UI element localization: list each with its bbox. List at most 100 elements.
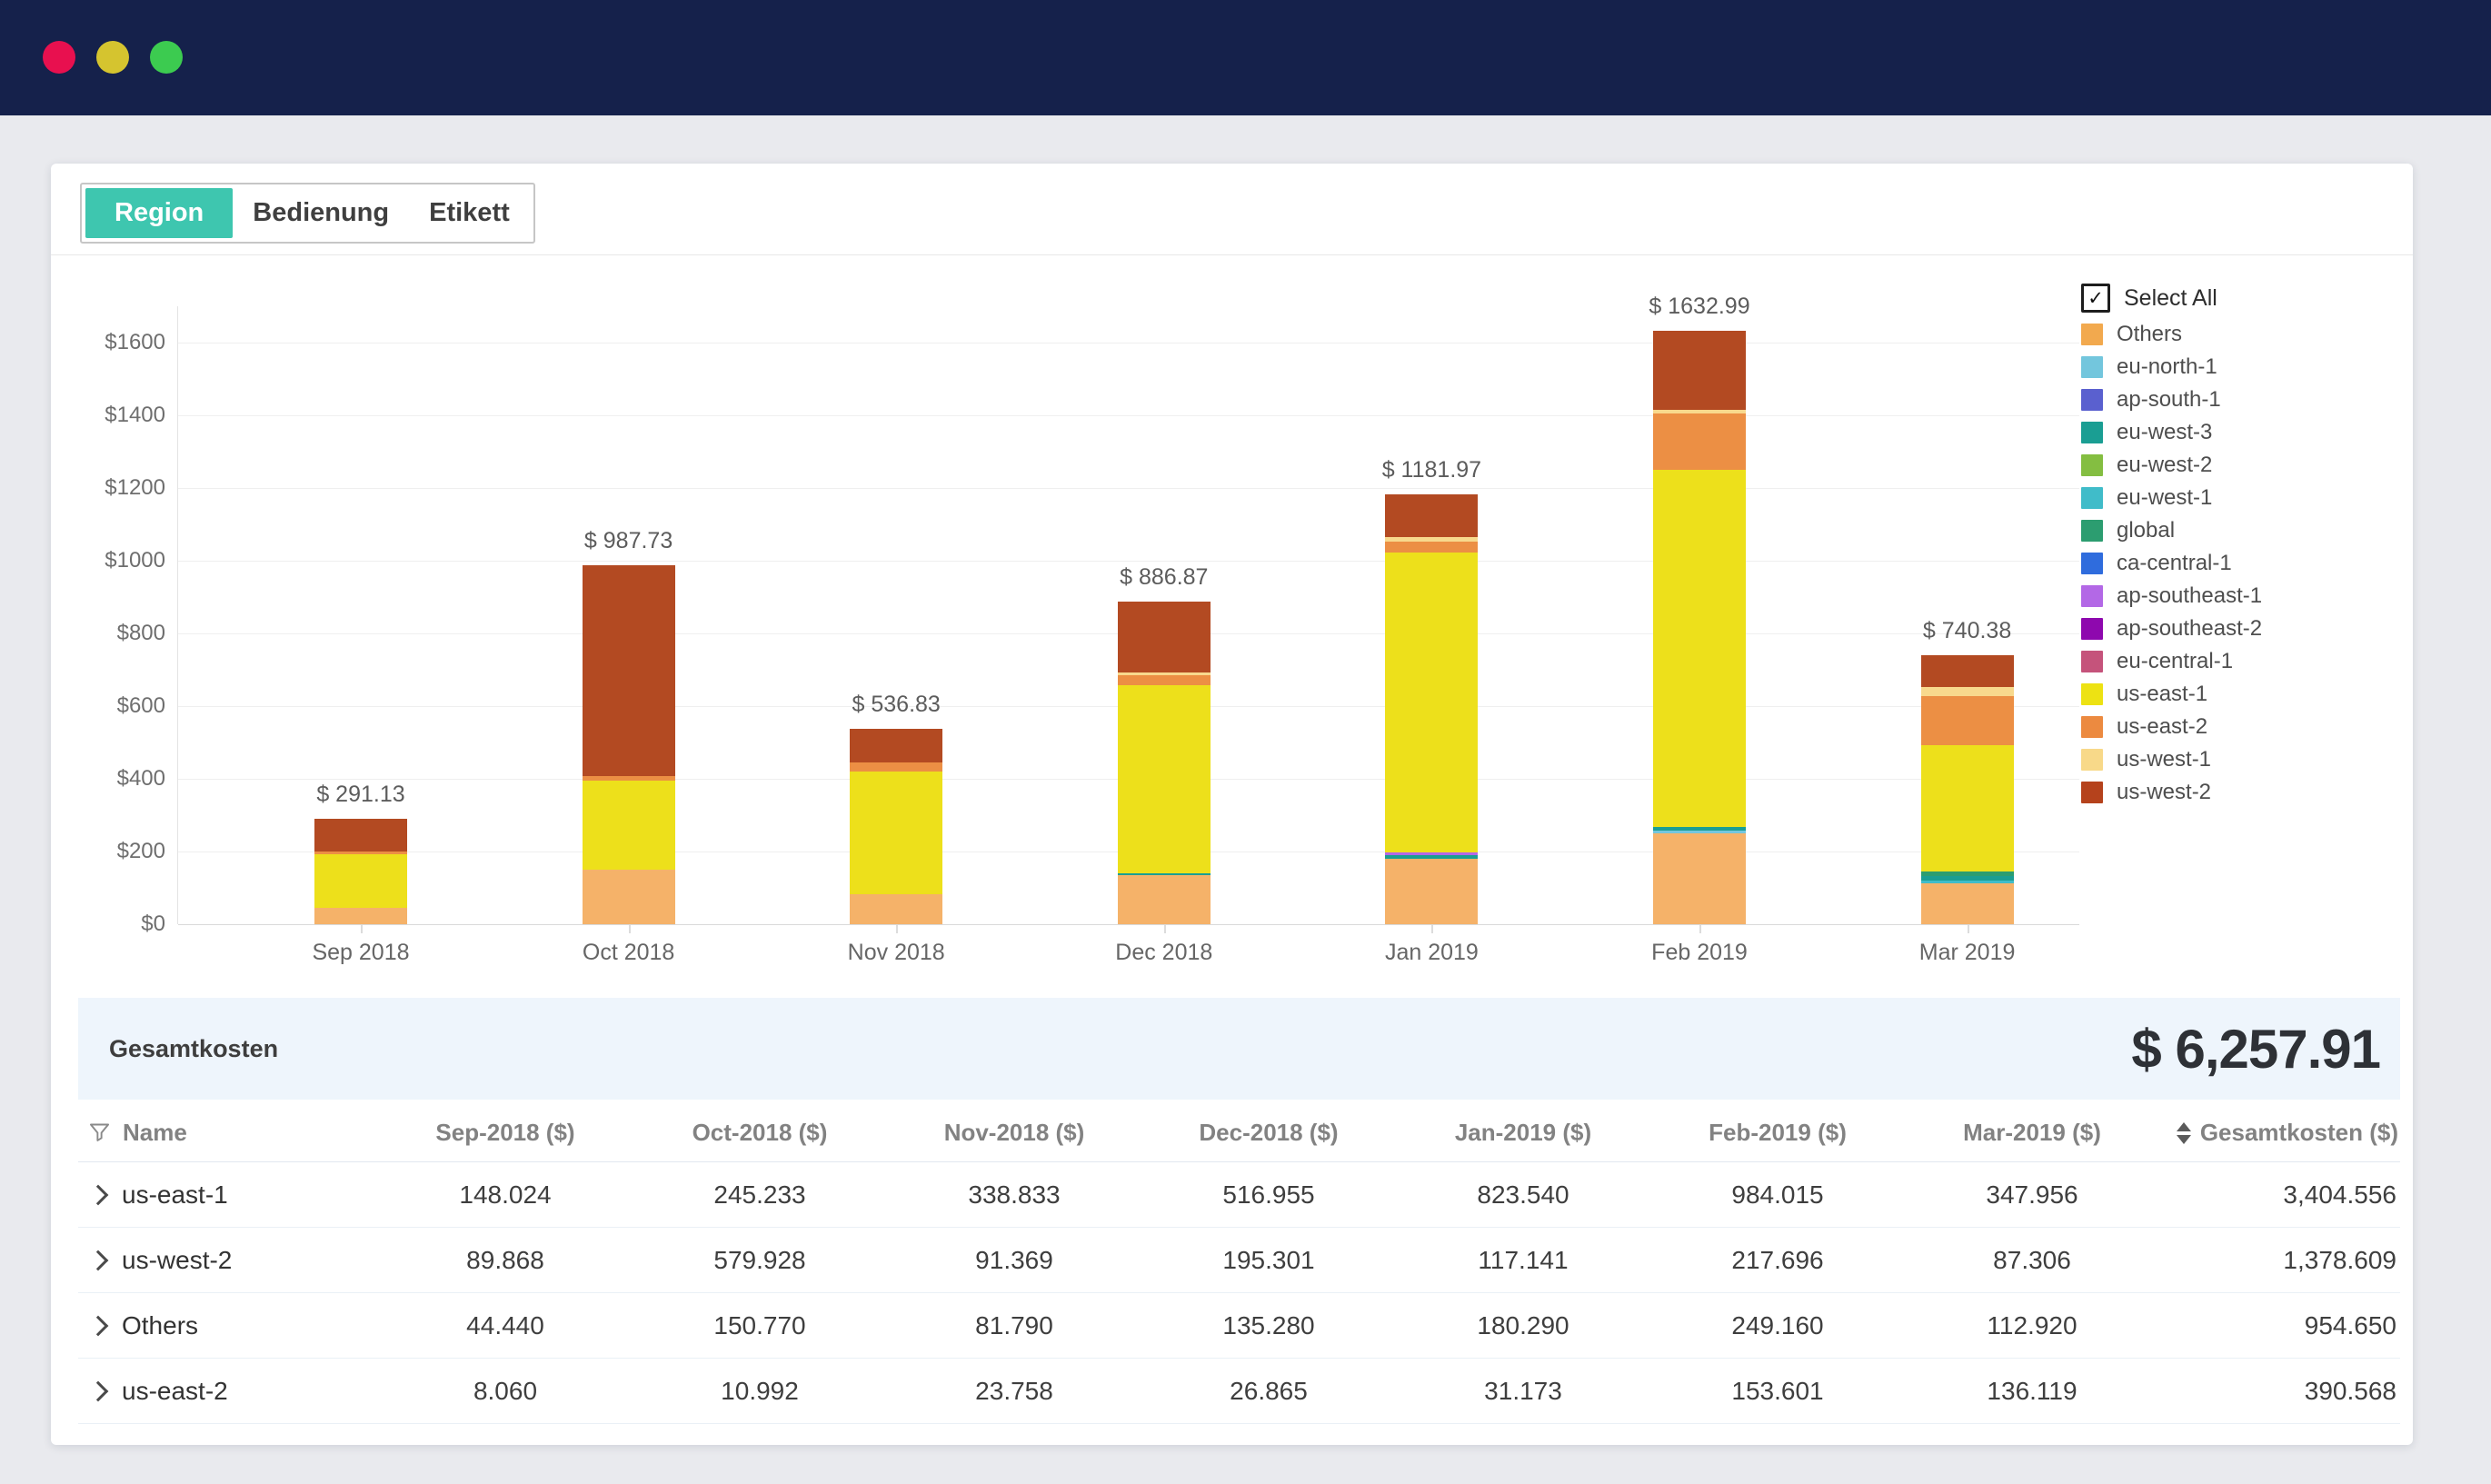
bar-segment-us-west-2[interactable] bbox=[582, 564, 675, 776]
bar-segment-Others[interactable] bbox=[1117, 874, 1211, 924]
bar-total-label: $ 291.13 bbox=[316, 781, 405, 807]
row-value-cell: 153.601 bbox=[1731, 1376, 1824, 1405]
column-header-label: Gesamtkosten ($) bbox=[2199, 1119, 2398, 1146]
window-zoom-button[interactable] bbox=[150, 41, 183, 74]
legend-item-us-west-1[interactable]: us-west-1 bbox=[2081, 743, 2426, 776]
window-minimize-button[interactable] bbox=[96, 41, 129, 74]
bar-segment-Others[interactable] bbox=[1385, 858, 1479, 924]
bar-sep-2018[interactable] bbox=[314, 818, 407, 924]
row-value-cell: 23.758 bbox=[975, 1376, 1053, 1405]
dashboard-card: Region Bedienung Etikett $0 $200 $400 $600 $… bbox=[51, 164, 2413, 1445]
legend-label: us-east-2 bbox=[2117, 714, 2208, 739]
legend-item-Others[interactable]: Others bbox=[2081, 318, 2426, 351]
bar-segment-us-east-1[interactable] bbox=[1117, 684, 1211, 873]
table-row-others[interactable]: Others 44.440 150.770 81.790 135.280 180.290 2… bbox=[78, 1293, 2400, 1359]
bar-segment-us-east-2[interactable] bbox=[850, 762, 943, 772]
legend-item-ap-southeast-1[interactable]: ap-southeast-1 bbox=[2081, 580, 2426, 613]
legend-item-eu-west-1[interactable]: eu-west-1 bbox=[2081, 482, 2426, 514]
column-header-sep-2018-: Sep-2018 ($) bbox=[435, 1119, 575, 1146]
bar-segment-us-east-1[interactable] bbox=[1385, 553, 1479, 852]
bar-nov-2018[interactable] bbox=[850, 729, 943, 924]
legend-select-all[interactable]: ✓ Select All bbox=[2081, 278, 2426, 318]
table-row-us-east-1[interactable]: us-east-1 148.024 245.233 338.833 516.955 823… bbox=[78, 1162, 2400, 1228]
bar-segment-us-east-1[interactable] bbox=[582, 780, 675, 870]
bar-segment-us-west-2[interactable] bbox=[1653, 330, 1746, 410]
legend-item-ap-south-1[interactable]: ap-south-1 bbox=[2081, 383, 2426, 416]
bar-segment-us-west-2[interactable] bbox=[1920, 654, 2014, 687]
row-value-cell: 135.280 bbox=[1222, 1310, 1315, 1340]
expand-row-icon[interactable] bbox=[87, 1315, 109, 1336]
legend-swatch-eu-west-3 bbox=[2081, 422, 2103, 443]
bar-segment-us-east-1[interactable] bbox=[314, 854, 407, 909]
bar-mar-2019[interactable] bbox=[1920, 654, 2014, 924]
column-header-name[interactable]: Name bbox=[78, 1119, 378, 1147]
total-cost-value: $ 6,257.91 bbox=[2131, 1018, 2381, 1080]
tab-etikett[interactable]: Etikett bbox=[409, 188, 530, 238]
column-header-gesamtkosten-[interactable]: Gesamtkosten ($) bbox=[2159, 1119, 2400, 1147]
bar-segment-Others[interactable] bbox=[314, 908, 407, 924]
bar-jan-2019[interactable] bbox=[1385, 494, 1479, 924]
sort-icon[interactable] bbox=[2176, 1121, 2191, 1144]
bar-segment-Others[interactable] bbox=[1920, 882, 2014, 924]
row-value-cell: 984.015 bbox=[1731, 1180, 1824, 1209]
bar-segment-Others[interactable] bbox=[1653, 833, 1746, 924]
row-value-cell: 249.160 bbox=[1731, 1310, 1824, 1340]
bar-segment-us-east-2[interactable] bbox=[1117, 674, 1211, 685]
bar-segment-us-west-2[interactable] bbox=[314, 818, 407, 852]
legend-item-us-west-2[interactable]: us-west-2 bbox=[2081, 776, 2426, 809]
bar-segment-us-east-1[interactable] bbox=[1920, 745, 2014, 872]
legend-label: us-east-1 bbox=[2117, 682, 2208, 706]
window-close-button[interactable] bbox=[43, 41, 75, 74]
legend-item-ca-central-1[interactable]: ca-central-1 bbox=[2081, 547, 2426, 580]
legend-item-ap-southeast-2[interactable]: ap-southeast-2 bbox=[2081, 613, 2426, 645]
bar-segment-us-west-2[interactable] bbox=[850, 729, 943, 762]
row-name-cell: us-west-2 bbox=[78, 1246, 378, 1275]
bar-segment-us-east-2[interactable] bbox=[1653, 413, 1746, 470]
bar-segment-Others[interactable] bbox=[582, 869, 675, 924]
y-axis-tick-label: $600 bbox=[116, 693, 165, 718]
table-row-us-east-2[interactable]: us-east-2 8.060 10.992 23.758 26.865 31.173 15… bbox=[78, 1359, 2400, 1424]
tab-bar: Region Bedienung Etikett bbox=[51, 164, 2413, 255]
legend-item-eu-central-1[interactable]: eu-central-1 bbox=[2081, 645, 2426, 678]
gridline bbox=[178, 343, 2079, 344]
bar-segment-Others[interactable] bbox=[850, 894, 943, 924]
bar-segment-us-west-2[interactable] bbox=[1117, 602, 1211, 673]
bar-segment-us-west-2[interactable] bbox=[1385, 494, 1479, 538]
bar-segment-us-west-1[interactable] bbox=[1920, 686, 2014, 696]
expand-row-icon[interactable] bbox=[87, 1380, 109, 1401]
bar-feb-2019[interactable] bbox=[1653, 330, 1746, 924]
tab-bedienung[interactable]: Bedienung bbox=[233, 188, 409, 238]
filter-icon[interactable] bbox=[87, 1120, 112, 1145]
legend-item-us-east-2[interactable]: us-east-2 bbox=[2081, 711, 2426, 743]
legend-label: ap-southeast-2 bbox=[2117, 616, 2263, 641]
row-value-cell: 31.173 bbox=[1484, 1376, 1562, 1405]
bar-segment-us-east-1[interactable] bbox=[1653, 469, 1746, 828]
legend-item-global[interactable]: global bbox=[2081, 514, 2426, 547]
bar-dec-2018[interactable] bbox=[1117, 602, 1211, 924]
bar-segment-us-east-2[interactable] bbox=[1920, 695, 2014, 746]
legend-item-eu-west-3[interactable]: eu-west-3 bbox=[2081, 416, 2426, 449]
row-value-cell: 136.119 bbox=[1987, 1376, 2077, 1405]
legend-label: eu-north-1 bbox=[2117, 354, 2217, 379]
bar-segment-us-east-2[interactable] bbox=[1385, 541, 1479, 553]
bar-oct-2018[interactable] bbox=[582, 564, 675, 924]
legend-item-eu-west-2[interactable]: eu-west-2 bbox=[2081, 449, 2426, 482]
legend-swatch-eu-north-1 bbox=[2081, 356, 2103, 378]
row-value-cell: 87.306 bbox=[1993, 1245, 2071, 1274]
total-cost-label: Gesamtkosten bbox=[109, 1034, 279, 1062]
table-row-us-west-2[interactable]: us-west-2 89.868 579.928 91.369 195.301 117.1… bbox=[78, 1228, 2400, 1293]
row-value-cell: 217.696 bbox=[1731, 1245, 1824, 1274]
select-all-checkbox[interactable]: ✓ bbox=[2081, 284, 2110, 313]
expand-row-icon[interactable] bbox=[87, 1184, 109, 1205]
x-axis-label: Oct 2018 bbox=[582, 940, 675, 965]
row-value-cell: 89.868 bbox=[466, 1245, 544, 1274]
legend-swatch-eu-west-1 bbox=[2081, 487, 2103, 509]
legend-swatch-ap-southeast-2 bbox=[2081, 618, 2103, 640]
bar-total-label: $ 1181.97 bbox=[1381, 457, 1482, 483]
tab-region[interactable]: Region bbox=[85, 188, 234, 238]
legend-item-us-east-1[interactable]: us-east-1 bbox=[2081, 678, 2426, 711]
expand-row-icon[interactable] bbox=[87, 1250, 109, 1270]
legend-item-eu-north-1[interactable]: eu-north-1 bbox=[2081, 351, 2426, 383]
x-axis-tick bbox=[628, 925, 631, 933]
bar-segment-us-east-1[interactable] bbox=[850, 771, 943, 895]
